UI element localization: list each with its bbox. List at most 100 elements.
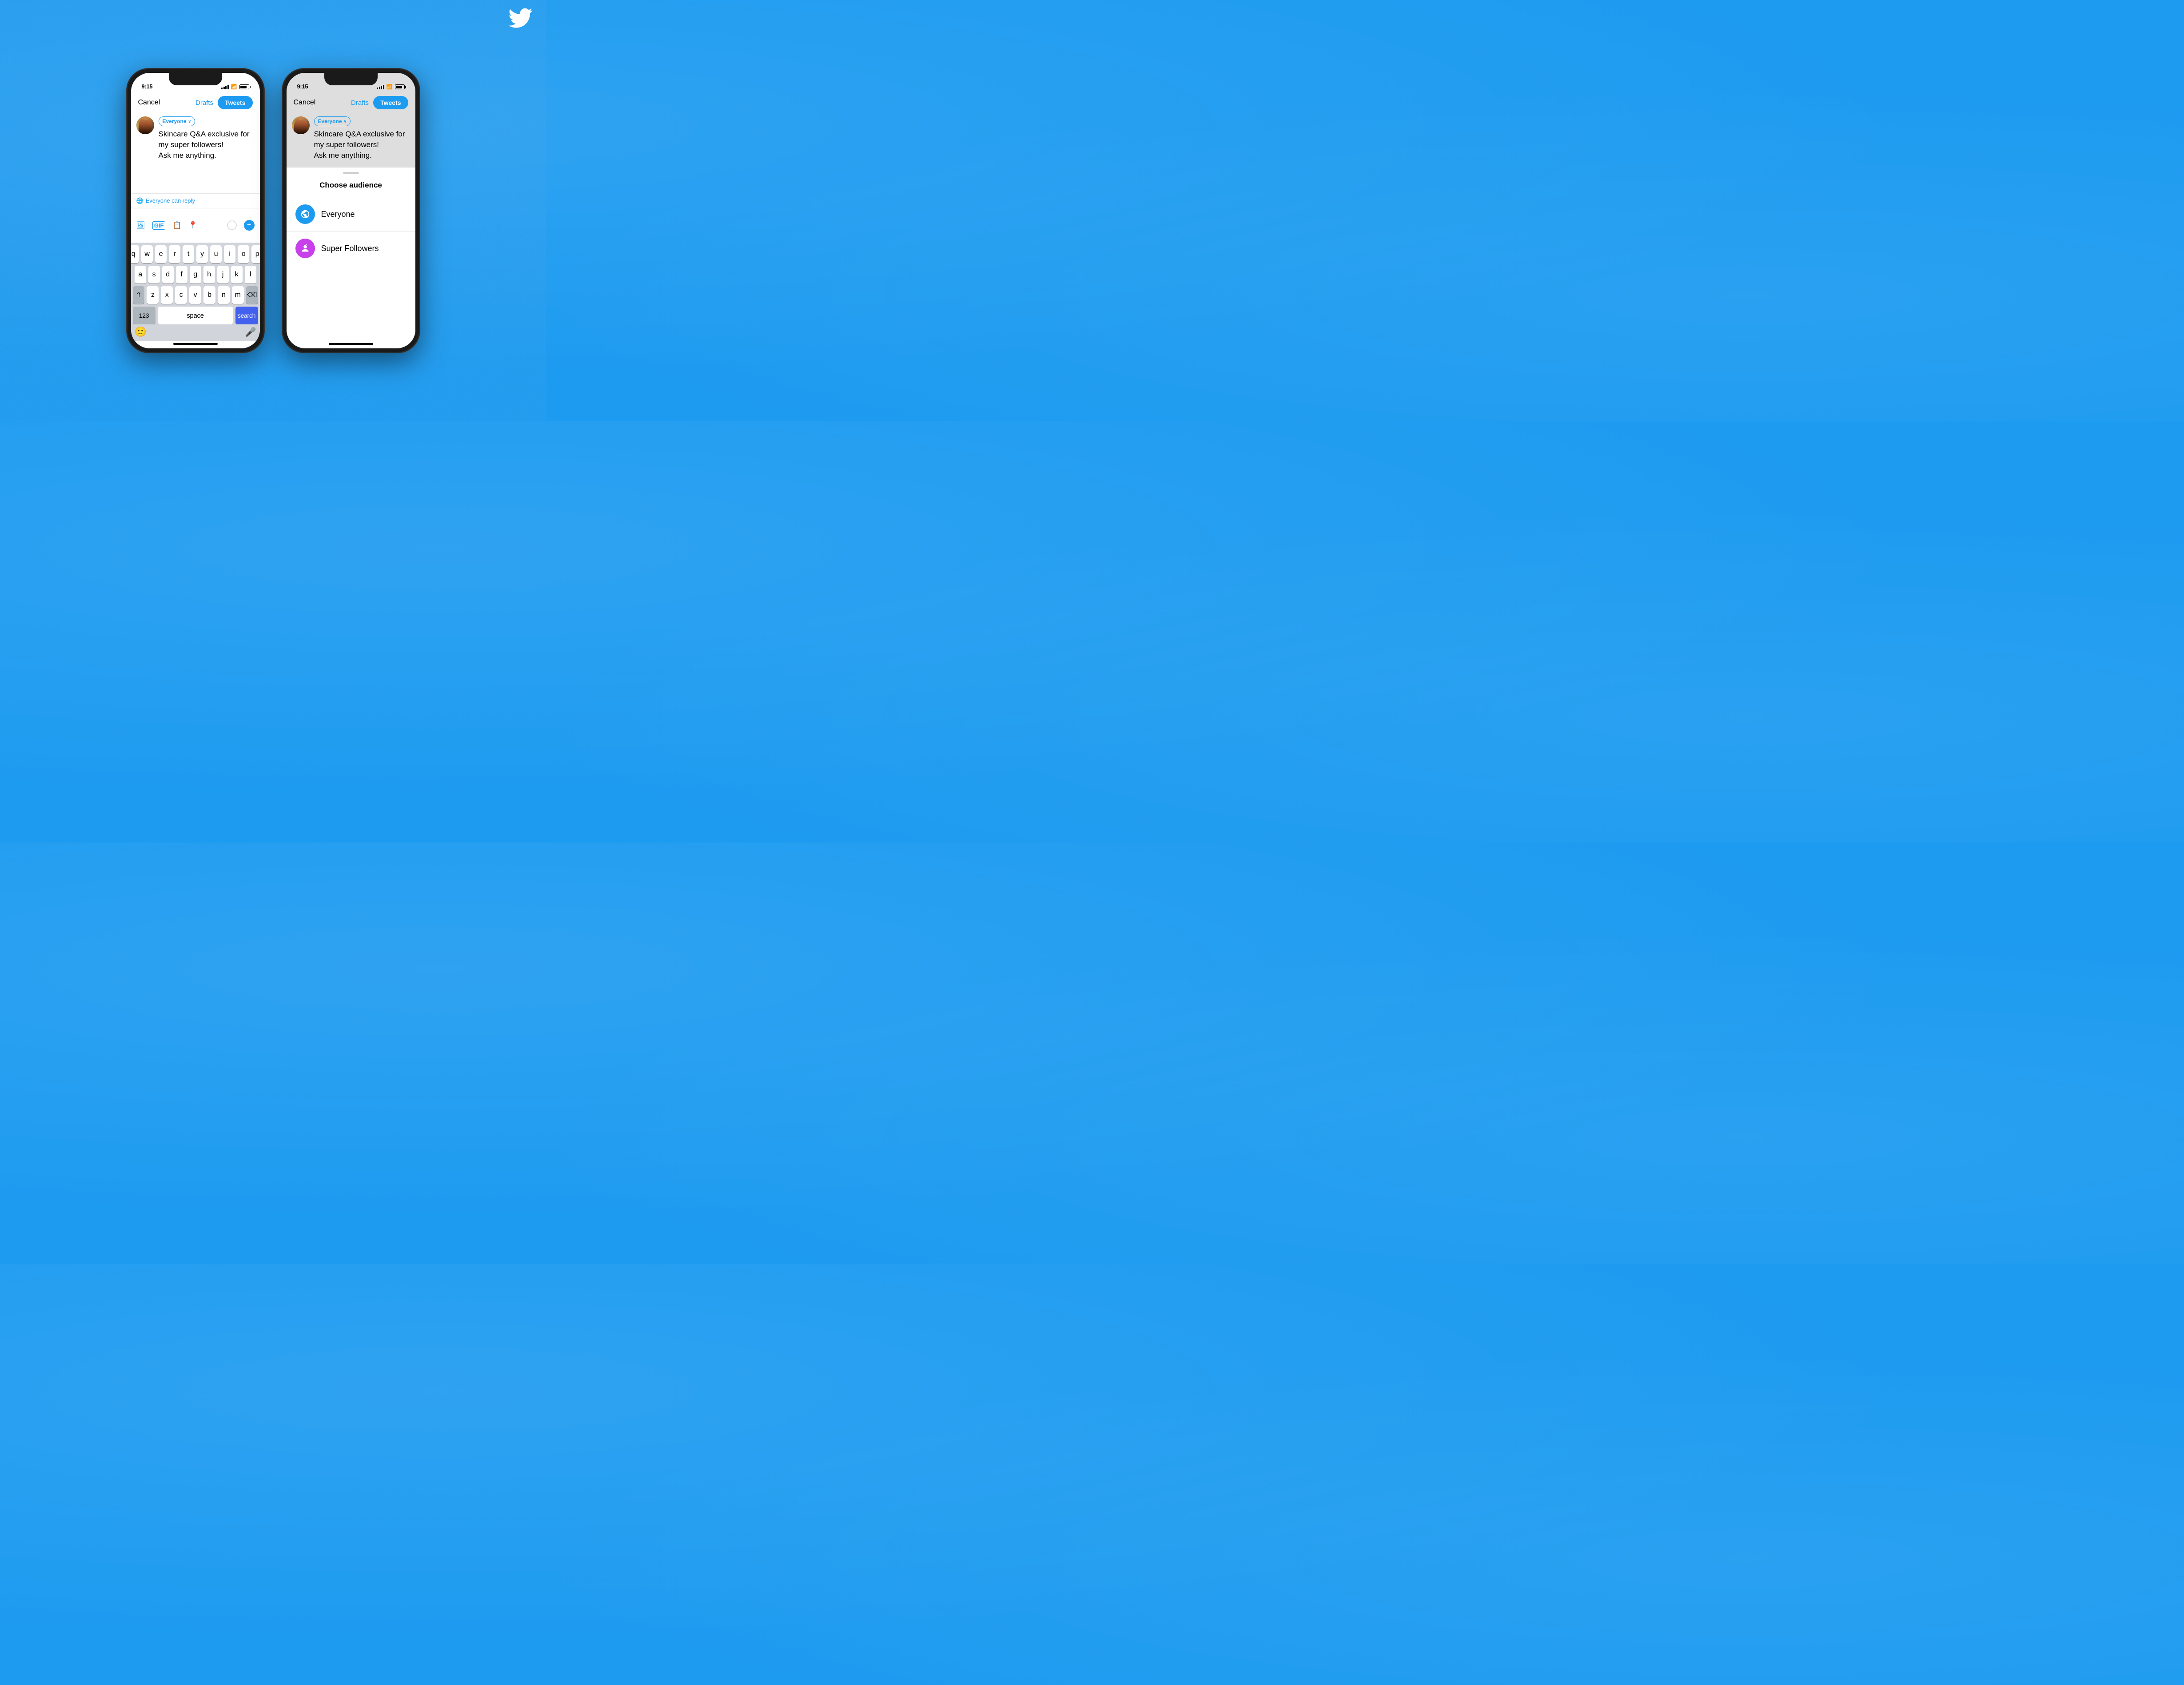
key-f[interactable]: f	[176, 266, 187, 283]
add-tweet-button-1[interactable]: +	[244, 220, 255, 231]
notch-2	[324, 73, 378, 85]
signal-bars-1	[221, 85, 229, 89]
numbers-key[interactable]: 123	[133, 307, 155, 324]
audience-option-super-followers[interactable]: Super Followers	[287, 231, 415, 265]
super-followers-option-label: Super Followers	[321, 244, 379, 253]
gif-icon-1[interactable]: GIF	[152, 221, 166, 230]
key-r[interactable]: r	[169, 245, 180, 263]
key-n[interactable]: n	[218, 286, 230, 304]
key-e[interactable]: e	[155, 245, 167, 263]
key-l[interactable]: l	[245, 266, 256, 283]
signal-bars-2	[377, 85, 384, 89]
phone-1: 9:15 📶 Cancel	[127, 68, 264, 353]
list-icon-1[interactable]: 📋	[172, 221, 181, 230]
audience-pill-label-2: Everyone	[318, 118, 342, 124]
space-key[interactable]: space	[158, 307, 233, 324]
sheet-handle-2	[343, 172, 359, 174]
sheet-title-2: Choose audience	[287, 177, 415, 197]
keyboard-row-2: a s d f g h j k l	[133, 266, 258, 283]
avatar-figure-2	[294, 117, 307, 134]
key-q[interactable]: q	[131, 245, 139, 263]
key-v[interactable]: v	[189, 286, 201, 304]
signal-bar	[381, 86, 382, 89]
phone-1-screen: 9:15 📶 Cancel	[131, 73, 260, 348]
signal-bar	[379, 87, 380, 89]
keyboard-1: q w e r t y u i o p a s d f g	[131, 243, 260, 324]
key-i[interactable]: i	[224, 245, 235, 263]
key-x[interactable]: x	[161, 286, 173, 304]
key-p[interactable]: p	[251, 245, 260, 263]
drafts-button-1[interactable]: Drafts	[195, 99, 213, 107]
key-g[interactable]: g	[190, 266, 201, 283]
avatar-1	[136, 116, 154, 134]
key-h[interactable]: h	[203, 266, 215, 283]
status-time-2: 9:15	[297, 83, 308, 90]
globe-icon-2	[300, 209, 310, 219]
location-icon-1[interactable]: 📍	[188, 221, 197, 230]
shift-key[interactable]: ⇧	[133, 286, 145, 304]
key-w[interactable]: w	[141, 245, 153, 263]
key-t[interactable]: t	[183, 245, 194, 263]
nav-bar-1: Cancel Drafts Tweets	[131, 92, 260, 113]
status-icons-1: 📶	[221, 84, 249, 90]
key-c[interactable]: c	[175, 286, 187, 304]
audience-pill-2[interactable]: Everyone ∨	[314, 116, 351, 126]
avatar-figure-1	[139, 117, 152, 134]
key-k[interactable]: k	[231, 266, 243, 283]
tweet-text-1[interactable]: Skincare Q&A exclusive for my super foll…	[159, 129, 255, 160]
cancel-button-1[interactable]: Cancel	[138, 99, 160, 107]
tweets-button-1[interactable]: Tweets	[218, 96, 252, 109]
key-b[interactable]: b	[203, 286, 215, 304]
cancel-button-2[interactable]: Cancel	[294, 99, 316, 107]
key-m[interactable]: m	[232, 286, 244, 304]
key-y[interactable]: y	[196, 245, 208, 263]
mic-icon-1[interactable]: 🎤	[245, 327, 256, 338]
signal-bar	[383, 85, 384, 89]
drafts-button-2[interactable]: Drafts	[351, 99, 369, 107]
avatar-2	[292, 116, 310, 134]
search-key[interactable]: search	[235, 307, 258, 324]
chevron-down-icon-1: ∨	[188, 119, 191, 124]
tweet-text-2: Skincare Q&A exclusive for my super foll…	[314, 129, 410, 160]
battery-fill-1	[240, 86, 247, 88]
chevron-down-icon-2: ∨	[344, 119, 347, 124]
status-time-1: 9:15	[142, 83, 153, 90]
tweets-button-2[interactable]: Tweets	[373, 96, 408, 109]
emoji-icon-1[interactable]: 🙂	[135, 326, 147, 338]
home-bar-1	[173, 343, 218, 345]
reply-text-1: Everyone can reply	[146, 197, 195, 204]
avatar-head-2	[296, 116, 305, 120]
reply-info-1[interactable]: 🌐 Everyone can reply	[131, 193, 260, 208]
battery-1	[239, 84, 249, 89]
bottom-sheet-2: Choose audience Everyone	[287, 168, 415, 341]
home-bar-2	[329, 343, 373, 345]
audience-pill-label-1: Everyone	[163, 118, 187, 124]
key-o[interactable]: o	[238, 245, 249, 263]
audience-option-everyone[interactable]: Everyone	[287, 197, 415, 231]
battery-fill-2	[396, 86, 402, 88]
status-icons-2: 📶	[377, 84, 404, 90]
compose-right-2: Everyone ∨ Skincare Q&A exclusive for my…	[314, 116, 410, 160]
key-j[interactable]: j	[217, 266, 229, 283]
signal-bar	[377, 88, 378, 89]
everyone-icon-circle	[295, 204, 315, 224]
audience-pill-1[interactable]: Everyone ∨	[159, 116, 195, 126]
compose-area-1: Everyone ∨ Skincare Q&A exclusive for my…	[131, 113, 260, 164]
avatar-img-1	[136, 116, 154, 134]
signal-bar	[221, 88, 223, 89]
key-u[interactable]: u	[210, 245, 222, 263]
key-a[interactable]: a	[135, 266, 146, 283]
key-s[interactable]: s	[148, 266, 160, 283]
nav-actions-1: Drafts Tweets	[195, 96, 252, 109]
keyboard-row-3: ⇧ z x c v b n m ⌫	[133, 286, 258, 304]
nav-actions-2: Drafts Tweets	[351, 96, 408, 109]
key-d[interactable]: d	[162, 266, 174, 283]
everyone-option-label: Everyone	[321, 210, 355, 219]
battery-2	[395, 84, 405, 89]
wifi-icon-1: 📶	[231, 84, 237, 90]
super-followers-icon	[300, 244, 310, 253]
delete-key[interactable]: ⌫	[246, 286, 258, 304]
image-icon-1[interactable]: 🖼	[136, 221, 145, 230]
key-z[interactable]: z	[147, 286, 159, 304]
keyboard-row-1: q w e r t y u i o p	[133, 245, 258, 263]
